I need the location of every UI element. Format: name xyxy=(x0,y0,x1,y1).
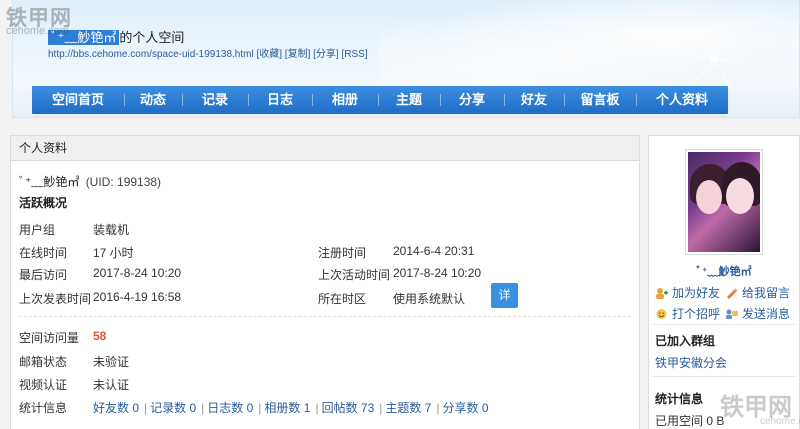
watermark-domain: cehome.com xyxy=(6,25,69,37)
rss-link[interactable]: [RSS] xyxy=(341,49,367,60)
profile-uid: (UID: 199138) xyxy=(85,175,162,189)
register-label: 注册时间 xyxy=(318,246,367,260)
stats-label: 统计信息 xyxy=(19,401,68,415)
register-value: 2014-6-4 20:31 xyxy=(393,244,475,258)
video-label: 视频认证 xyxy=(19,378,68,392)
profile-panel: 个人资料 ﾞ⁺﹏魦铯㎡ (UID: 199138) 活跃概况 用户组 装载机 在… xyxy=(10,135,640,429)
greet-label: 打个招呼 xyxy=(672,307,721,321)
nav-feed[interactable]: 动态 xyxy=(124,86,182,114)
nav-records[interactable]: 记录 xyxy=(182,86,248,114)
email-label: 邮箱状态 xyxy=(19,355,68,369)
used-space: 已用空间 0 B xyxy=(655,414,725,428)
stat-replies-link[interactable]: 回帖数 73 xyxy=(322,401,375,415)
message-icon xyxy=(726,309,738,319)
copy-link[interactable]: [复制] xyxy=(285,49,311,60)
stat-friends-link[interactable]: 好友数 0 xyxy=(93,401,139,415)
pencil-icon xyxy=(727,288,738,299)
email-value: 未验证 xyxy=(93,355,130,369)
last-active-label: 上次活动时间 xyxy=(318,268,391,282)
nav-album[interactable]: 相册 xyxy=(312,86,378,114)
video-value: 未认证 xyxy=(93,378,130,392)
add-friend-label: 加为好友 xyxy=(672,286,721,300)
nav-profile[interactable]: 个人资料 xyxy=(636,86,728,114)
group-link[interactable]: 铁甲安徽分会 xyxy=(655,354,727,371)
space-url-link[interactable]: http://bbs.cehome.com/space-uid-199138.h… xyxy=(48,49,254,60)
stat-topics-link[interactable]: 主题数 7 xyxy=(385,401,431,415)
sidebar-nickname[interactable]: ﾞ⁺﹏魦铯㎡ xyxy=(649,263,799,279)
online-label: 在线时间 xyxy=(19,246,68,260)
nav-guestbook[interactable]: 留言板 xyxy=(564,86,636,114)
space-links: http://bbs.cehome.com/space-uid-199138.h… xyxy=(48,45,368,60)
send-message-label: 发送消息 xyxy=(742,307,791,321)
stat-records-link[interactable]: 记录数 0 xyxy=(150,401,196,415)
last-visit-value: 2017-8-24 10:20 xyxy=(93,266,182,280)
last-visit-label: 最后访问 xyxy=(19,268,68,282)
activity-title: 活跃概况 xyxy=(19,196,68,210)
nav-topics[interactable]: 主题 xyxy=(378,86,440,114)
last-post-label: 上次发表时间 xyxy=(19,292,92,306)
stat-albums-link[interactable]: 相册数 1 xyxy=(264,401,310,415)
user-group-link[interactable]: 装载机 xyxy=(93,221,129,238)
nav-blog[interactable]: 日志 xyxy=(248,86,312,114)
site-watermark: 铁甲网 cehome.com xyxy=(0,0,90,40)
add-friend-button[interactable]: 加为好友 xyxy=(655,284,720,301)
timezone-label: 所在时区 xyxy=(318,292,367,306)
detail-button[interactable]: 详 xyxy=(491,283,518,308)
header-title-suffix: 的个人空间 xyxy=(119,30,185,45)
last-active-value: 2017-8-24 10:20 xyxy=(393,266,482,280)
last-post-value: 2016-4-19 16:58 xyxy=(93,290,182,304)
stat-blogs-link[interactable]: 日志数 0 xyxy=(207,401,253,415)
share-link[interactable]: [分享] xyxy=(313,49,339,60)
sidebar-divider xyxy=(653,376,795,377)
stat-shares-link[interactable]: 分享数 0 xyxy=(443,401,489,415)
profile-sidebar: ﾞ⁺﹏魦铯㎡ 加为好友 给我留言 打个招呼 发送消息 已加入群组 铁甲安徽分会 … xyxy=(648,135,800,429)
greet-icon xyxy=(656,309,667,319)
sidebar-stats-title: 统计信息 xyxy=(655,392,704,406)
visits-label: 空间访问量 xyxy=(19,331,80,345)
timezone-value: 使用系统默认 xyxy=(393,292,466,306)
avatar[interactable] xyxy=(685,149,763,255)
corner-watermark-domain: cehome.com xyxy=(760,416,800,427)
favorite-link[interactable]: [收藏] xyxy=(256,49,282,60)
space-header: ﾞ⁺﹏魦铯㎡ 的个人空间 http://bbs.cehome.com/space-… xyxy=(12,0,800,118)
user-group-label: 用户组 xyxy=(19,223,56,237)
add-friend-icon xyxy=(656,288,668,299)
leave-message-button[interactable]: 给我留言 xyxy=(725,284,790,301)
avatar-image xyxy=(688,152,760,252)
visits-value: 58 xyxy=(93,329,107,343)
greet-button[interactable]: 打个招呼 xyxy=(655,305,720,322)
divider xyxy=(19,316,631,317)
profile-username: ﾞ⁺﹏魦铯㎡ xyxy=(19,175,80,189)
nav-home[interactable]: 空间首页 xyxy=(32,86,124,114)
nav-share[interactable]: 分享 xyxy=(440,86,504,114)
sidebar-divider xyxy=(653,324,795,325)
profile-user-line: ﾞ⁺﹏魦铯㎡ (UID: 199138) xyxy=(19,173,161,190)
leave-message-label: 给我留言 xyxy=(742,286,791,300)
groups-title: 已加入群组 xyxy=(655,334,716,348)
stats-links: 好友数 0 | 记录数 0 | 日志数 0 | 相册数 1 | 回帖数 73 | 主题数 7 | 分享数… xyxy=(93,401,489,415)
space-nav: 空间首页 动态 记录 日志 相册 主题 分享 好友 留言板 个人资料 xyxy=(32,86,728,114)
panel-title: 个人资料 xyxy=(11,136,639,161)
send-message-button[interactable]: 发送消息 xyxy=(725,305,790,322)
online-value: 17 小时 xyxy=(93,246,134,260)
nav-friends[interactable]: 好友 xyxy=(504,86,564,114)
